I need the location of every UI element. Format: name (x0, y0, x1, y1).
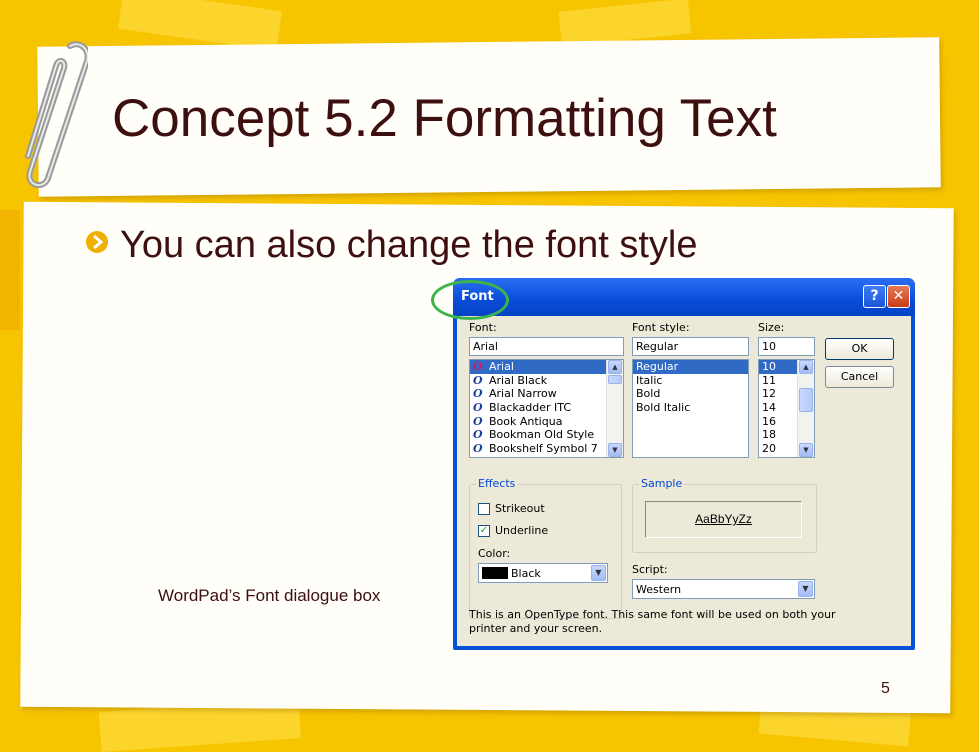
font-label: Font: (469, 321, 497, 334)
slide-title: Concept 5.2 Formatting Text (112, 89, 777, 148)
list-item-label: 12 (762, 387, 776, 401)
sample-group: Sample AaBbYyZz (632, 477, 817, 553)
script-label: Script: (632, 563, 668, 576)
list-item[interactable]: O Arial Black (470, 374, 623, 388)
underline-label: Underline (495, 524, 549, 537)
list-item[interactable]: O Book Antiqua (470, 415, 623, 429)
color-label: Color: (478, 547, 511, 560)
background-shape (117, 0, 283, 51)
font-dialog: Font ? ✕ Font: Arial O Arial O Arial Black O… (453, 278, 915, 650)
strikeout-checkbox[interactable] (478, 503, 490, 515)
font-name-list[interactable]: O Arial O Arial Black O Arial Narrow O Blackadd… (469, 359, 624, 458)
list-item[interactable]: O Bookshelf Symbol 7 (470, 442, 623, 456)
scroll-down-icon[interactable]: ▼ (799, 443, 813, 457)
size-label: Size: (758, 321, 785, 334)
dialog-body: Font: Arial O Arial O Arial Black O Arial Nar… (457, 316, 911, 646)
size-input[interactable]: 10 (758, 337, 815, 356)
script-select[interactable]: Western ▼ (632, 579, 815, 599)
opentype-font-icon: O (473, 428, 483, 442)
list-item-label: Arial (489, 360, 514, 373)
effects-group-title: Effects (476, 477, 518, 490)
opentype-font-icon: O (473, 360, 483, 373)
list-item-label: 10 (762, 360, 776, 373)
font-description-line1: This is an OpenType font. This same font… (469, 608, 836, 621)
chevron-down-icon[interactable]: ▼ (798, 581, 813, 597)
list-item-label: 18 (762, 428, 776, 442)
scrollbar[interactable]: ▲ ▼ (797, 360, 814, 457)
color-select[interactable]: Black ▼ (478, 563, 608, 583)
color-value: Black (511, 567, 541, 580)
slide-number: 5 (881, 680, 890, 697)
scroll-down-icon[interactable]: ▼ (608, 443, 622, 457)
scroll-up-icon[interactable]: ▲ (608, 360, 622, 374)
list-item-label: Bookman Old Style (489, 428, 595, 442)
opentype-font-icon: O (473, 373, 483, 387)
opentype-font-icon: O (473, 414, 483, 428)
bullet-text: You can also change the font style (120, 224, 698, 266)
effects-group: Effects Strikeout ✓ Underline Color: Bla… (469, 477, 622, 619)
list-item-label: Book Antiqua (489, 414, 563, 428)
list-item-label: 11 (762, 373, 776, 387)
circle-arrow-icon (86, 231, 108, 253)
list-item[interactable]: Bold (633, 387, 748, 401)
list-item-label: Regular (636, 360, 679, 373)
opentype-font-icon: O (473, 442, 483, 456)
sample-preview: AaBbYyZz (645, 501, 802, 538)
list-item-label: Bookshelf Symbol 7 (489, 442, 598, 456)
font-style-list[interactable]: Regular Italic Bold Bold Italic (632, 359, 749, 458)
scroll-thumb[interactable] (608, 375, 622, 384)
font-style-label: Font style: (632, 321, 690, 334)
list-item-label: Bold (636, 387, 661, 401)
background-shape (0, 210, 20, 330)
dialog-titlebar[interactable]: Font ? ✕ (453, 278, 915, 316)
font-style-input[interactable]: Regular (632, 337, 749, 356)
chevron-down-icon[interactable]: ▼ (591, 565, 606, 581)
list-item-label: Bold Italic (636, 401, 691, 415)
list-item[interactable]: O Arial Narrow (470, 387, 623, 401)
cancel-button[interactable]: Cancel (825, 366, 894, 388)
size-list[interactable]: 10 11 12 14 16 18 20 ▲ ▼ (758, 359, 815, 458)
font-name-input[interactable]: Arial (469, 337, 624, 356)
color-swatch (482, 567, 508, 579)
list-item-label: 14 (762, 401, 776, 415)
close-button[interactable]: ✕ (887, 285, 910, 308)
underline-checkbox[interactable]: ✓ (478, 525, 490, 537)
list-item-label: 16 (762, 414, 776, 428)
strikeout-label: Strikeout (495, 502, 545, 515)
help-button[interactable]: ? (863, 285, 886, 308)
list-item[interactable]: O Blackadder ITC (470, 401, 623, 415)
list-item[interactable]: Bold Italic (633, 401, 748, 415)
list-item-label: 20 (762, 442, 776, 456)
opentype-font-icon: O (473, 401, 483, 415)
ok-button[interactable]: OK (825, 338, 894, 360)
scrollbar[interactable]: ▲ ▼ (606, 360, 623, 457)
list-item-label: Arial Black (489, 373, 548, 387)
paperclip-icon (25, 41, 88, 188)
list-item-label: Arial Narrow (489, 387, 557, 401)
list-item[interactable]: O Arial (470, 360, 623, 374)
scroll-thumb[interactable] (799, 388, 813, 412)
list-item-label: Italic (636, 373, 663, 387)
highlight-ring (431, 280, 509, 320)
font-description-line2: printer and your screen. (469, 622, 603, 635)
list-item[interactable]: O Bookman Old Style (470, 428, 623, 442)
sample-group-title: Sample (639, 477, 685, 490)
list-item-label: Blackadder ITC (489, 401, 572, 415)
list-item[interactable]: Italic (633, 374, 748, 388)
opentype-font-icon: O (473, 387, 483, 401)
list-item[interactable]: Regular (633, 360, 748, 374)
image-caption: WordPad’s Font dialogue box (158, 586, 381, 605)
scroll-up-icon[interactable]: ▲ (799, 360, 813, 374)
script-value: Western (636, 583, 682, 596)
